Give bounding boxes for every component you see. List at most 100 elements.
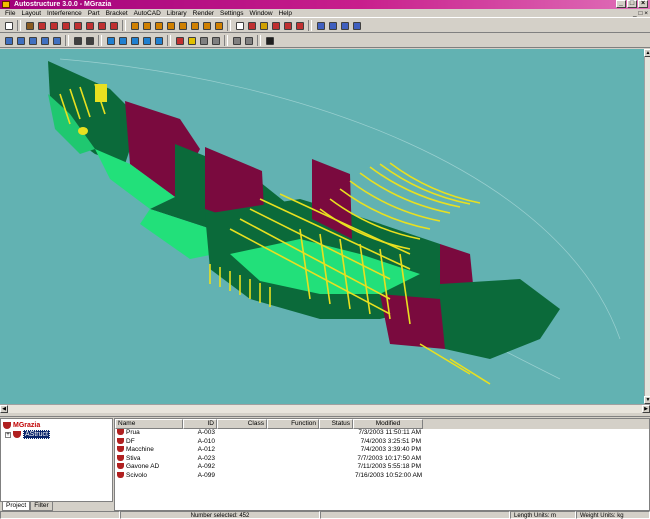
frame-button[interactable] [84, 20, 95, 31]
column-id[interactable]: ID [183, 419, 217, 429]
view-side-button[interactable] [327, 20, 338, 31]
menu-part[interactable]: Part [85, 9, 103, 18]
column-name[interactable]: Name [115, 419, 183, 429]
cube-button[interactable] [129, 20, 140, 31]
hammer-button[interactable] [24, 20, 35, 31]
plate-icon [61, 21, 70, 30]
scroll-right-icon[interactable]: ▶ [642, 405, 650, 413]
project-tree[interactable]: MGrazia + AStruct [0, 418, 113, 502]
block-icon [214, 21, 223, 30]
stiffener-button[interactable] [72, 20, 83, 31]
layer-icon [142, 21, 151, 30]
layer-button[interactable] [141, 20, 152, 31]
column-status[interactable]: Status [319, 419, 353, 429]
weld-button[interactable] [246, 20, 257, 31]
refresh-button[interactable] [243, 35, 254, 46]
maximize-button[interactable]: □ [627, 0, 637, 8]
hammer-icon [25, 21, 34, 30]
cube-iso-button[interactable] [153, 35, 164, 46]
shade-button[interactable] [174, 35, 185, 46]
tab-filter[interactable]: Filter [30, 502, 53, 511]
report-button[interactable] [282, 20, 293, 31]
shell-button[interactable] [189, 20, 200, 31]
tab-project[interactable]: Project [2, 502, 31, 511]
scroll-left-icon[interactable]: ◀ [0, 405, 8, 413]
column-function[interactable]: Function [267, 419, 319, 429]
selected-node-label: AStruct [23, 430, 50, 439]
cube-top-button[interactable] [117, 35, 128, 46]
parts-list[interactable]: Name ID Class Function Status Modified P… [114, 418, 650, 511]
lock-icon [259, 21, 268, 30]
panel-button[interactable] [177, 20, 188, 31]
part-button[interactable] [36, 20, 47, 31]
ship-icon [3, 422, 11, 429]
scroll-up-icon[interactable]: ▲ [644, 49, 650, 57]
menu-settings[interactable]: Settings [217, 9, 247, 18]
cell-modified: 7/7/2003 10:17:50 AM [353, 455, 423, 464]
cell-text: DF [126, 437, 135, 445]
minimize-button[interactable]: _ [616, 0, 626, 8]
render-button[interactable] [210, 35, 221, 46]
cube-left-button[interactable] [129, 35, 140, 46]
box-button[interactable] [165, 20, 176, 31]
deck-button[interactable] [201, 20, 212, 31]
chat-button[interactable] [234, 20, 245, 31]
hide-button[interactable] [84, 35, 95, 46]
grid-icon [154, 21, 163, 30]
scroll-down-icon[interactable]: ▼ [644, 396, 650, 404]
menu-library[interactable]: Library [164, 9, 190, 18]
cube-right-button[interactable] [141, 35, 152, 46]
eye-button[interactable] [72, 35, 83, 46]
menu-render[interactable]: Render [190, 9, 217, 18]
menu-file[interactable]: File [2, 9, 18, 18]
wire-button[interactable] [198, 35, 209, 46]
expand-icon[interactable]: + [5, 431, 11, 438]
pane-splitter[interactable] [0, 413, 650, 417]
zoom-previous-button[interactable] [51, 35, 62, 46]
close-button[interactable]: × [638, 0, 648, 8]
zoom-in-button[interactable] [3, 35, 14, 46]
plate-button[interactable] [60, 20, 71, 31]
document-window-controls[interactable]: _ □ × [633, 9, 648, 18]
grid-button[interactable] [153, 20, 164, 31]
vertical-scrollbar[interactable]: ▲ ▼ [644, 49, 650, 404]
menu-bracket[interactable]: Bracket [103, 9, 131, 18]
lock-button[interactable] [258, 20, 269, 31]
tree-child-node[interactable]: + AStruct [3, 430, 110, 439]
cursor-button[interactable] [264, 35, 275, 46]
model-viewport[interactable] [0, 49, 644, 404]
new-button[interactable] [3, 20, 14, 31]
table-row[interactable]: Gavone AD A-092 7/11/2003 5:55:18 PM [115, 463, 649, 472]
zoom-extents-button[interactable] [39, 35, 50, 46]
table-row[interactable]: Scivolo A-099 7/16/2003 10:52:00 AM [115, 471, 649, 481]
view-front-button[interactable] [315, 20, 326, 31]
light-button[interactable] [186, 35, 197, 46]
block-button[interactable] [213, 20, 224, 31]
table-row[interactable]: DF A-010 7/4/2003 3:25:51 PM [115, 437, 649, 447]
zoom-out-button[interactable] [15, 35, 26, 46]
cell-text: 7/11/2003 5:55:18 PM [357, 463, 421, 470]
nest-button[interactable] [270, 20, 281, 31]
menu-help[interactable]: Help [276, 9, 295, 18]
print-button[interactable] [231, 35, 242, 46]
view-iso-button[interactable] [351, 20, 362, 31]
assembly-icon [117, 463, 124, 469]
export-button[interactable] [294, 20, 305, 31]
cut-button[interactable] [108, 20, 119, 31]
menu-autocad[interactable]: AutoCAD [131, 9, 164, 18]
view-top-button[interactable] [339, 20, 350, 31]
table-row[interactable]: Prua A-003 7/3/2003 11:50:11 AM [115, 429, 649, 438]
menu-interference[interactable]: Interference [44, 9, 85, 18]
horizontal-scrollbar[interactable]: ◀ ▶ [0, 404, 650, 413]
tree-root-node[interactable]: MGrazia [3, 421, 110, 430]
zoom-window-button[interactable] [27, 35, 38, 46]
profile-button[interactable] [96, 20, 107, 31]
cube-front-button[interactable] [105, 35, 116, 46]
column-class[interactable]: Class [217, 419, 267, 429]
menu-layout[interactable]: Layout [18, 9, 44, 18]
column-modified[interactable]: Modified [353, 419, 423, 429]
table-row[interactable]: Macchine A-012 7/4/2003 3:39:40 PM [115, 446, 649, 455]
menu-window[interactable]: Window [246, 9, 275, 18]
bracket-button[interactable] [48, 20, 59, 31]
table-row[interactable]: Stiva A-023 7/7/2003 10:17:50 AM [115, 454, 649, 464]
